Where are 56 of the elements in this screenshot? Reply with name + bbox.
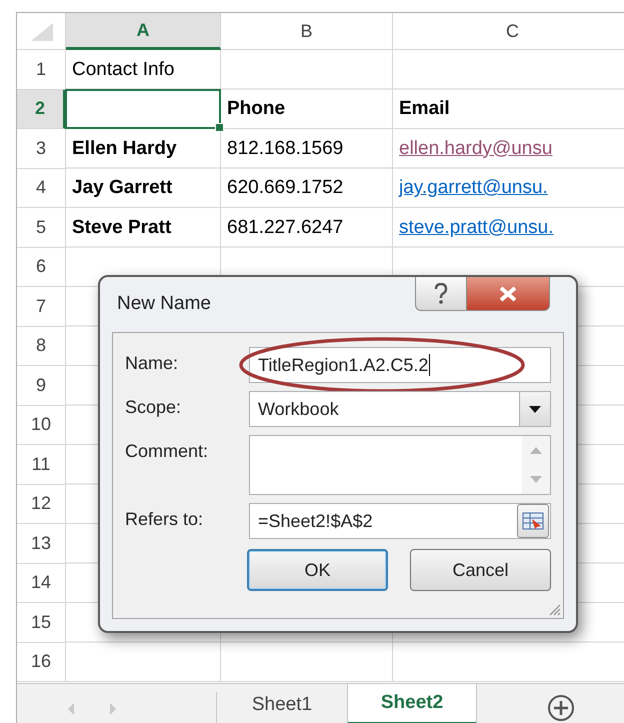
- refers-to-field[interactable]: =Sheet2!$A$2: [249, 503, 551, 539]
- scroll-right-icon[interactable]: [109, 702, 117, 716]
- dialog-title: New Name: [117, 293, 211, 315]
- question-mark-icon: [434, 282, 448, 304]
- cell-text: 812.168.1569: [227, 138, 344, 160]
- cell-text: Phone: [227, 98, 286, 120]
- fill-handle[interactable]: [215, 123, 224, 132]
- row-header[interactable]: 11: [17, 445, 66, 484]
- cell-text: Email: [399, 98, 450, 120]
- scroll-up-icon[interactable]: [530, 447, 542, 454]
- cell-text: 620.669.1752: [227, 177, 344, 200]
- row-header[interactable]: 10: [17, 406, 66, 445]
- column-header[interactable]: A: [66, 13, 221, 50]
- row-header[interactable]: 5: [17, 208, 66, 248]
- cell-text: Jay Garrett: [72, 177, 172, 200]
- row-header[interactable]: 15: [17, 603, 66, 642]
- email-link[interactable]: jay.garrett@unsu.: [399, 177, 548, 200]
- email-link[interactable]: ellen.hardy@unsu: [399, 138, 552, 160]
- row-header[interactable]: 7: [17, 287, 66, 326]
- cell-text: Steve Pratt: [72, 216, 172, 239]
- range-select-icon: [522, 512, 544, 530]
- row-header[interactable]: 8: [17, 326, 66, 366]
- row-header[interactable]: 9: [17, 366, 66, 406]
- field-label: Comment:: [125, 440, 210, 462]
- row-header[interactable]: 4: [17, 168, 66, 208]
- resize-grip-icon[interactable]: [547, 602, 561, 616]
- scroll-left-icon[interactable]: [67, 702, 75, 716]
- field-label: Scope:: [125, 396, 182, 418]
- scope-dropdown[interactable]: Workbook: [249, 391, 551, 427]
- email-link[interactable]: steve.pratt@unsu.: [399, 216, 554, 239]
- help-button[interactable]: [415, 277, 467, 311]
- field-label: Name:: [125, 352, 180, 374]
- active-cell[interactable]: [65, 88, 221, 129]
- row-header[interactable]: 13: [17, 524, 66, 564]
- row-header[interactable]: 6: [17, 248, 66, 287]
- row-header[interactable]: 1: [17, 50, 66, 90]
- cell-text: Ellen Hardy: [72, 138, 177, 160]
- row-header[interactable]: 2: [17, 90, 66, 129]
- row-header[interactable]: 16: [17, 642, 66, 682]
- cell-text: Contact Info: [72, 58, 174, 81]
- comment-field[interactable]: [249, 435, 551, 495]
- close-icon: [498, 286, 518, 302]
- row-header[interactable]: 3: [17, 129, 66, 168]
- row-header[interactable]: 12: [17, 484, 66, 524]
- row-header[interactable]: 14: [17, 564, 66, 603]
- add-sheet-icon[interactable]: [547, 694, 575, 722]
- collapse-button[interactable]: [517, 504, 549, 538]
- dropdown-arrow-icon: [529, 406, 541, 412]
- cell-text: 681.227.6247: [227, 216, 344, 239]
- dialog-button[interactable]: OK: [247, 549, 388, 591]
- dialog-button[interactable]: Cancel: [410, 549, 551, 591]
- close-button[interactable]: [467, 277, 550, 311]
- field-label: Refers to:: [125, 508, 204, 530]
- sheet-tab[interactable]: Sheet2: [347, 684, 477, 723]
- name-field[interactable]: TitleRegion1.A2.C5.2: [249, 347, 551, 383]
- scroll-down-icon[interactable]: [530, 476, 542, 483]
